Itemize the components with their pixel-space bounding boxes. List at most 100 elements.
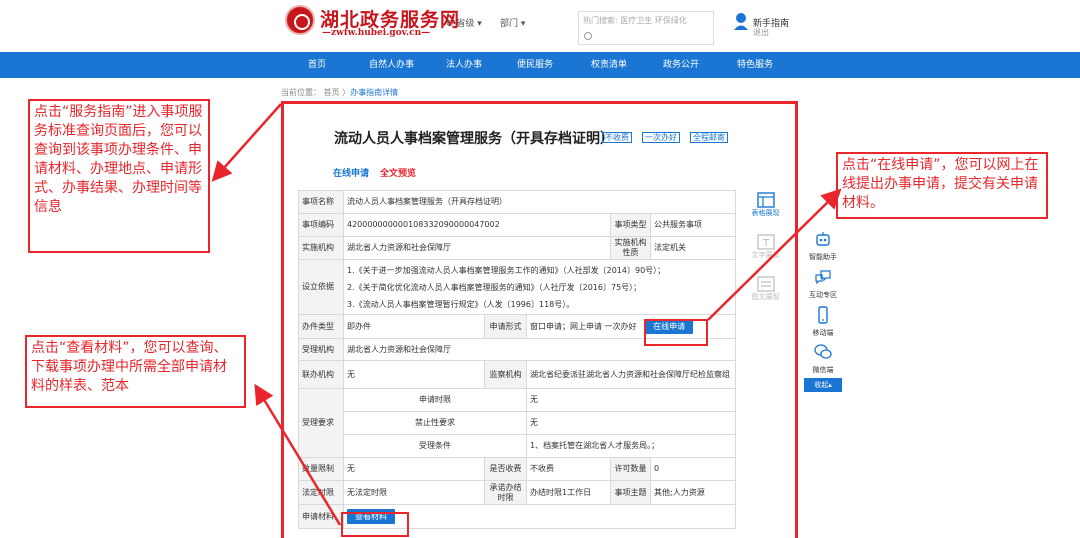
topic-label: 事项主题 [610, 480, 651, 505]
view-mode-label: 表格展现 [751, 209, 780, 217]
view-mode-text[interactable]: T 文字展现 [748, 234, 783, 260]
main-nav: 首页 自然人办事 法人办事 便民服务 权责清单 政务公开 特色服务 [0, 52, 1080, 78]
item-type-label: 事项类型 [610, 213, 651, 237]
page: 湖北政务服务网 —zwfw.hubei.gov.cn— ⊙ 省级 ▾ 部门 ▾ … [0, 0, 1080, 538]
fee-label: 是否收费 [484, 457, 527, 481]
nav-public[interactable]: 政务公开 [663, 52, 699, 78]
dept-selector[interactable]: 部门 ▾ [500, 16, 525, 29]
text-view-icon: T [756, 234, 775, 250]
handle-type-label: 办件类型 [298, 314, 344, 339]
item-name-value: 流动人员人事档案管理服务（开具存档证明） [342, 190, 737, 214]
time-limit-value: 无 [525, 388, 737, 412]
apply-form-text: 窗口申请；网上申请 一次办好 [530, 322, 637, 331]
floating-side-panel: 智能助手 互动专区 移动端 微信端 收起▴ [804, 226, 842, 394]
table-row: 事项编码 420000000000108332090000047002 事项类型… [298, 213, 737, 237]
assistant-button[interactable]: 智能助手 [804, 230, 842, 262]
phone-icon [818, 306, 828, 324]
accept-req-label: 受理要求 [298, 388, 344, 458]
breadcrumb-prefix[interactable]: 当前位置： 首页 [281, 88, 340, 97]
forbid-label: 禁止性要求 [343, 411, 527, 435]
site-header: 湖北政务服务网 —zwfw.hubei.gov.cn— ⊙ 省级 ▾ 部门 ▾ … [0, 0, 1080, 52]
tag-one-time: 一次办好 [642, 132, 680, 143]
nav-home[interactable]: 首页 [308, 52, 326, 78]
table-row: 受理条件 1、档案托管在湖北省人才服务局。； [299, 434, 737, 458]
view-mode-label: 文字展现 [751, 251, 780, 259]
annotation-online-apply: 点击“在线申请”，您可以网上在线提出办事申请，提交有关申请材料。 [836, 152, 1048, 219]
basis-label: 设立依据 [298, 259, 344, 315]
material-label: 申请材料 [298, 504, 344, 529]
highlight-view-material [341, 512, 409, 537]
search-input[interactable]: 热门搜索: 医疗卫生 环保绿化 [578, 11, 714, 45]
collapse-label: 收起 [814, 381, 829, 389]
promise-value: 办结时限1工作日 [526, 480, 611, 505]
logo-url: —zwfw.hubei.gov.cn— [322, 28, 431, 38]
item-code-value: 420000000000108332090000047002 [343, 213, 611, 237]
org-nature-value: 法定机关 [649, 236, 737, 260]
basis-item[interactable]: 3.《流动人员人事档案管理暂行规定》（人发〔1996〕118号）。 [347, 296, 732, 313]
breadcrumb-current: 办事指南详情 [350, 88, 399, 97]
region-selector[interactable]: ⊙ 省级 ▾ [446, 16, 482, 29]
item-name-label: 事项名称 [298, 190, 344, 214]
wechat-button[interactable]: 微信端 [804, 343, 842, 375]
svg-text:T: T [761, 238, 769, 249]
region-label: 省级 [456, 19, 475, 29]
nav-legal[interactable]: 法人办事 [446, 52, 482, 78]
table-row: 事项名称 流动人员人事档案管理服务（开具存档证明） [298, 190, 737, 214]
side-label: 智能助手 [809, 253, 837, 261]
service-info-table: 事项名称 流动人员人事档案管理服务（开具存档证明） 事项编码 420000000… [298, 190, 737, 529]
nav-convenience[interactable]: 便民服务 [517, 52, 553, 78]
search-icon[interactable] [584, 32, 592, 40]
view-mode-label: 图文展现 [751, 293, 780, 301]
table-row: 实施机构 湖北省人力资源和社会保障厅 实施机构性质 法定机关 [298, 236, 737, 260]
nav-personal[interactable]: 自然人办事 [369, 52, 414, 78]
fee-value: 不收费 [526, 457, 611, 481]
side-label: 微信端 [812, 366, 834, 374]
table-row: 禁止性要求 无 [299, 411, 737, 435]
promise-label: 承诺办结时限 [484, 480, 527, 505]
table-row: 数量限制 无 是否收费 不收费 许可数量 0 [298, 457, 737, 481]
nav-power-list[interactable]: 权责清单 [591, 52, 627, 78]
apply-form-label: 申请形式 [484, 314, 527, 339]
basis-item[interactable]: 2.《关于简化优化流动人员人事档案管理服务的通知》（人社厅发〔2016〕75号）… [347, 279, 732, 296]
legal-time-value: 无法定时限 [343, 480, 485, 505]
nav-special[interactable]: 特色服务 [737, 52, 773, 78]
supervise-label: 监察机构 [484, 360, 527, 389]
logo-emblem-icon [285, 5, 315, 35]
legal-time-label: 法定时限 [298, 480, 344, 505]
tag-mail: 全程邮寄 [690, 132, 728, 143]
table-row: 联办机构 无 监察机构 湖北省纪委派驻湖北省人力资源和社会保障厅纪检监察组 [298, 360, 737, 389]
table-row: 法定时限 无法定时限 承诺办结时限 办结时限1工作日 事项主题 其他;人力资源 [298, 480, 737, 505]
time-limit-label: 申请时限 [343, 388, 527, 412]
topic-value: 其他;人力资源 [649, 480, 737, 505]
collapse-button[interactable]: 收起▴ [804, 378, 842, 392]
supervise-value: 湖北省纪委派驻湖北省人力资源和社会保障厅纪检监察组 [525, 360, 737, 389]
online-apply-link[interactable]: 在线申请 [333, 166, 369, 179]
table-view-icon [756, 192, 775, 208]
full-preview-link[interactable]: 全文预览 [380, 166, 416, 179]
dept-label: 部门 [500, 19, 519, 29]
breadcrumb: 当前位置： 首页 〉办事指南详情 [281, 88, 399, 97]
page-title: 流动人员人事档案管理服务（开具存档证明） [334, 131, 614, 147]
image-view-icon [756, 276, 775, 292]
user-icon[interactable] [733, 12, 749, 30]
forbid-value: 无 [525, 411, 737, 435]
wechat-icon [814, 344, 832, 359]
qty-limit-label: 数量限制 [298, 457, 344, 481]
joint-org-value: 无 [343, 360, 485, 389]
condition-label: 受理条件 [343, 434, 527, 458]
annotation-guide: 点击“服务指南”进入事项服务标准查询页面后，您可以查询到该事项办理条件、申请材料… [28, 99, 210, 253]
chat-bubbles-icon [815, 270, 831, 285]
handle-type-value: 即办件 [343, 314, 485, 339]
mobile-button[interactable]: 移动端 [804, 306, 842, 338]
item-code-label: 事项编码 [298, 213, 344, 237]
interact-button[interactable]: 互动专区 [804, 268, 842, 300]
search-hint: 热门搜索: 医疗卫生 环保绿化 [583, 16, 687, 25]
view-mode-image[interactable]: 图文展现 [748, 276, 783, 302]
annotation-material: 点击“查看材料”，您可以查询、下载事项办理中所需全部申请材料的样表、范本 [25, 335, 246, 408]
item-type-value: 公共服务事项 [649, 213, 737, 237]
table-row: 受理要求 申请时限 无 [298, 388, 737, 458]
highlight-online-apply [644, 319, 708, 346]
view-mode-table[interactable]: 表格展现 [748, 192, 783, 218]
basis-item[interactable]: 1.《关于进一步加强流动人员人事档案管理服务工作的通知》（人社部发〔2014〕9… [347, 262, 732, 279]
logout-link[interactable]: 退出 [753, 27, 769, 38]
